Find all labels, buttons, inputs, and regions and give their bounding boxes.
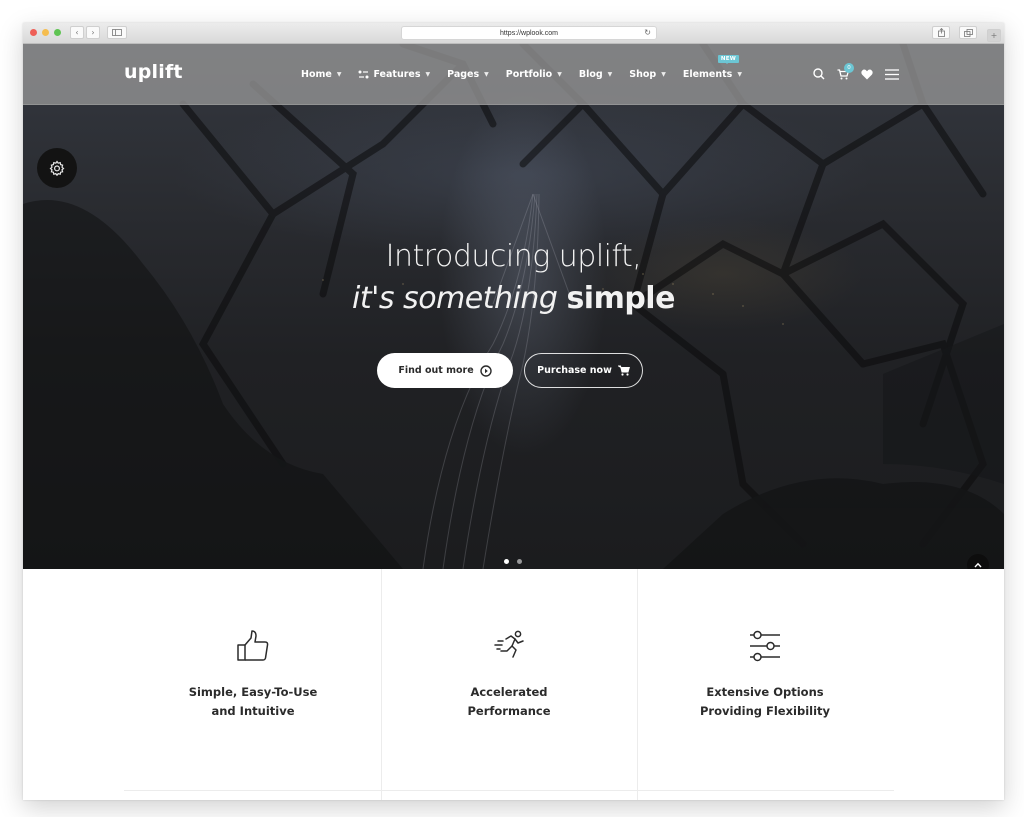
chevron-right-icon: › <box>91 28 95 37</box>
browser-titlebar: ‹ › https://wplook.com ↻ + <box>23 23 1004 44</box>
hero-heading-line1: Introducing uplift, <box>385 239 642 274</box>
browser-window: ‹ › https://wplook.com ↻ + uplift Home ▼… <box>23 23 1004 800</box>
plus-icon: + <box>990 31 998 40</box>
new-badge: NEW <box>717 55 740 64</box>
forward-button[interactable]: › <box>86 26 100 39</box>
share-button[interactable] <box>932 26 950 39</box>
feature-title-line2: Performance <box>467 704 551 718</box>
hero-heading-line2: it's something simple <box>23 278 1004 320</box>
chevron-down-icon: ▼ <box>484 71 489 78</box>
nav-label: Home <box>301 69 332 80</box>
gear-icon <box>49 160 65 176</box>
play-circle-icon <box>479 364 492 377</box>
sliders-icon <box>750 630 780 662</box>
feature-item: Accelerated Performance <box>394 629 624 721</box>
url-text: https://wplook.com <box>500 29 558 37</box>
features-icon <box>358 70 369 79</box>
slider-pagination <box>504 559 522 564</box>
hero-section: uplift Home ▼ Features ▼ Pages ▼ Portfolio ▼ <box>23 44 1004 569</box>
purchase-now-button[interactable]: Purchase now <box>524 353 643 388</box>
tabs-overview-button[interactable] <box>959 26 977 39</box>
hero-heading: Introducing uplift, it's something simpl… <box>23 236 1004 320</box>
heart-icon <box>861 69 873 79</box>
cart-count-badge: 0 <box>844 62 854 73</box>
feature-title-line1: Extensive Options <box>706 685 824 699</box>
nav-item-portfolio[interactable]: Portfolio ▼ <box>506 69 562 80</box>
nav-label: Portfolio <box>505 69 553 80</box>
find-out-more-button[interactable]: Find out more <box>377 353 513 388</box>
column-divider <box>637 569 638 800</box>
search-icon <box>813 68 825 80</box>
site-header: uplift Home ▼ Features ▼ Pages ▼ Portfolio ▼ <box>23 44 1004 105</box>
chevron-down-icon: ▼ <box>737 71 742 78</box>
header-icons: 0 <box>813 62 899 80</box>
nav-item-features[interactable]: Features ▼ <box>358 69 430 80</box>
column-divider <box>381 569 382 800</box>
feature-title: Simple, Easy-To-Use and Intuitive <box>138 683 368 721</box>
chevron-down-icon: ▼ <box>557 71 562 78</box>
search-button[interactable] <box>813 68 825 80</box>
back-button[interactable]: ‹ <box>70 26 84 39</box>
nav-item-blog[interactable]: Blog ▼ <box>579 69 612 80</box>
nav-item-elements[interactable]: NEW Elements ▼ <box>682 55 742 80</box>
sidebar-toggle-button[interactable] <box>107 26 127 39</box>
cart-icon <box>617 365 630 376</box>
feature-item: Extensive Options Providing Flexibility <box>650 629 880 721</box>
nav-label: Elements <box>682 69 733 80</box>
features-section: Simple, Easy-To-Use and Intuitive Accele… <box>23 569 1004 800</box>
share-icon <box>937 28 945 37</box>
runner-icon <box>494 630 524 658</box>
slide-dot-2[interactable] <box>517 559 522 564</box>
chevron-down-icon: ▼ <box>607 71 613 78</box>
close-window-button[interactable] <box>30 29 37 36</box>
tabs-icon <box>963 28 973 37</box>
address-bar[interactable]: https://wplook.com ↻ <box>401 26 657 40</box>
nav-item-home[interactable]: Home ▼ <box>301 69 341 80</box>
button-label: Find out more <box>398 365 474 376</box>
nav-label: Blog <box>578 69 603 80</box>
menu-icon <box>885 68 899 80</box>
new-tab-button[interactable]: + <box>987 29 1001 42</box>
cart-button[interactable]: 0 <box>837 62 854 80</box>
nav-label: Pages <box>447 69 480 80</box>
back-to-top-button[interactable] <box>967 554 989 569</box>
chevron-up-icon <box>974 562 982 568</box>
minimize-window-button[interactable] <box>42 29 49 36</box>
feature-item: Simple, Easy-To-Use and Intuitive <box>138 629 368 721</box>
nav-item-shop[interactable]: Shop ▼ <box>629 69 666 80</box>
main-navigation: Home ▼ Features ▼ Pages ▼ Portfolio ▼ Blog ▼ <box>301 55 759 80</box>
chevron-left-icon: ‹ <box>75 28 79 37</box>
sidebar-icon <box>112 29 122 36</box>
site-logo[interactable]: uplift <box>124 61 183 83</box>
nav-label: Features <box>373 69 421 80</box>
nav-item-pages[interactable]: Pages ▼ <box>447 69 489 80</box>
chevron-down-icon: ▼ <box>336 71 342 78</box>
menu-button[interactable] <box>885 68 899 80</box>
settings-button[interactable] <box>37 148 77 188</box>
hero-buttons: Find out more Purchase now <box>377 353 643 388</box>
feature-title-line1: Simple, Easy-To-Use <box>188 685 318 699</box>
thumbs-up-icon <box>237 630 269 661</box>
button-label: Purchase now <box>537 365 612 376</box>
reload-icon[interactable]: ↻ <box>644 28 651 37</box>
feature-title-line2: Providing Flexibility <box>699 704 831 718</box>
slide-dot-1[interactable] <box>504 559 509 564</box>
feature-title-line2: and Intuitive <box>211 704 295 718</box>
nav-label: Shop <box>629 69 657 80</box>
feature-title: Accelerated Performance <box>394 683 624 721</box>
screenshot-stage: ‹ › https://wplook.com ↻ + uplift Home ▼… <box>0 0 1024 817</box>
hero-italic-text: it's something <box>352 281 567 316</box>
wishlist-button[interactable] <box>861 69 873 80</box>
zoom-window-button[interactable] <box>54 29 61 36</box>
hero-bold-text: simple <box>566 281 675 316</box>
feature-title-line1: Accelerated <box>470 685 548 699</box>
chevron-down-icon: ▼ <box>425 71 431 78</box>
feature-title: Extensive Options Providing Flexibility <box>650 683 880 721</box>
chevron-down-icon: ▼ <box>661 71 666 78</box>
section-divider <box>124 790 894 791</box>
